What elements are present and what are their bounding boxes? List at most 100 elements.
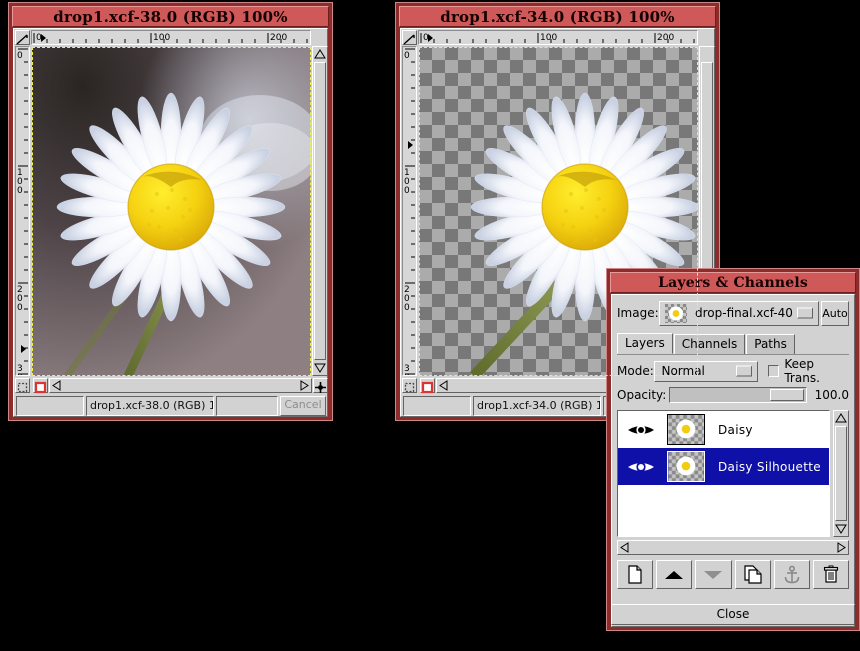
- quickmask-on-button-right[interactable]: [420, 378, 435, 394]
- opacity-slider[interactable]: [669, 387, 807, 403]
- scroll-down-arrow-icon[interactable]: [313, 361, 327, 375]
- scroll-down-arrow-icon[interactable]: [834, 522, 848, 536]
- layer-row-daisy-silhouette[interactable]: Daisy Silhouette: [618, 448, 829, 485]
- statusbar-left: drop1.xcf-38.0 (RGB) 100 Cancel: [16, 396, 326, 416]
- layers-and-channels-dialog[interactable]: Layers & Channels Image: drop-final.xcf-…: [606, 268, 860, 631]
- layer-name-label: Daisy Silhouette: [718, 459, 821, 474]
- quickmask-off-icon: [17, 382, 28, 393]
- status-file-text-right: drop1.xcf-34.0 (RGB) 100: [473, 396, 601, 416]
- image-window-left-client: 0 100 200 0 1 0 0 2 0 0 3 drop1.xcf-38.0…: [13, 28, 328, 417]
- layer-visibility-toggle[interactable]: [618, 459, 664, 475]
- svg-text:0: 0: [17, 303, 23, 313]
- status-cancel-button[interactable]: Cancel: [280, 396, 326, 416]
- canvas-left[interactable]: [32, 47, 311, 376]
- anchor-layer-button[interactable]: [773, 560, 810, 589]
- quickmask-on-button-left[interactable]: [33, 378, 48, 394]
- image-window-drop1-38[interactable]: drop1.xcf-38.0 (RGB) 100% 0 100 200 0 1 …: [8, 2, 333, 421]
- svg-text:100: 100: [540, 33, 557, 43]
- svg-text:0: 0: [17, 51, 23, 61]
- scroll-left-arrow-icon[interactable]: [437, 379, 450, 392]
- scroll-left-arrow-icon[interactable]: [50, 379, 63, 392]
- triangle-down-icon: [704, 570, 723, 579]
- horizontal-ruler-left: 0 100 200: [31, 30, 311, 45]
- layer-visibility-toggle[interactable]: [618, 422, 664, 438]
- canvas-hscrollbar-left[interactable]: [49, 378, 312, 393]
- svg-text:0: 0: [404, 51, 410, 61]
- window-title-left[interactable]: drop1.xcf-38.0 (RGB) 100%: [12, 6, 329, 27]
- ruler-origin-button-right[interactable]: [402, 30, 417, 45]
- window-title-right[interactable]: drop1.xcf-34.0 (RGB) 100%: [399, 6, 716, 27]
- auto-button[interactable]: Auto: [821, 300, 849, 326]
- tab-divider: [617, 354, 849, 355]
- canvas-vscrollbar-left[interactable]: [312, 46, 328, 376]
- layer-list-hscrollbar[interactable]: [617, 540, 849, 555]
- opacity-label: Opacity:: [617, 388, 667, 402]
- eye-icon: [628, 424, 654, 435]
- quickmask-off-button-left[interactable]: [15, 378, 30, 393]
- layer-vscroll-thumb[interactable]: [835, 426, 847, 521]
- eye-icon: [628, 461, 654, 472]
- status-progress-cell: [216, 396, 278, 416]
- tab-channels[interactable]: Channels: [673, 334, 746, 354]
- vertical-ruler-left: 0 100 200 30: [15, 46, 30, 376]
- triangle-up-icon: [665, 570, 684, 579]
- layers-dialog-title[interactable]: Layers & Channels: [610, 272, 856, 293]
- lower-layer-button[interactable]: [695, 560, 732, 589]
- chevron-down-icon[interactable]: [736, 365, 752, 377]
- close-button[interactable]: Close: [611, 604, 855, 625]
- image-value: drop-final.xcf-40: [695, 306, 793, 320]
- origin-diagonal-icon: [16, 34, 28, 45]
- new-layer-button[interactable]: [617, 560, 654, 589]
- status-file-text: drop1.xcf-38.0 (RGB) 100: [86, 396, 214, 416]
- vscroll-thumb-left[interactable]: [314, 62, 326, 360]
- ruler-origin-button-left[interactable]: [15, 30, 30, 45]
- tab-layers[interactable]: Layers: [617, 333, 673, 354]
- keep-trans-label: Keep Trans.: [784, 357, 820, 385]
- status-left-cell: [16, 396, 84, 416]
- keep-trans-checkbox[interactable]: [768, 365, 780, 377]
- layer-thumbnail-cell: [664, 451, 708, 482]
- raise-layer-button[interactable]: [656, 560, 693, 589]
- navigation-button-left[interactable]: [313, 378, 328, 393]
- scroll-right-arrow-icon[interactable]: [835, 541, 848, 554]
- tab-paths[interactable]: Paths: [746, 334, 795, 354]
- opacity-slider-knob[interactable]: [770, 389, 804, 401]
- image-label: Image:: [617, 306, 659, 320]
- layer-thumbnail-icon: [667, 414, 705, 445]
- origin-diagonal-icon: [403, 34, 415, 45]
- svg-text:200: 200: [657, 33, 674, 43]
- quickmask-off-button-right[interactable]: [402, 378, 417, 393]
- image-selector-row: Image: drop-final.xcf-40 Auto: [617, 300, 849, 326]
- layer-thumbnail-icon: [667, 451, 705, 482]
- navigation-move-icon: [315, 382, 326, 393]
- svg-text:100: 100: [153, 33, 170, 43]
- layer-thumbnail-cell: [664, 414, 708, 445]
- scroll-up-arrow-icon[interactable]: [313, 47, 327, 61]
- page-icon: [628, 565, 642, 584]
- svg-text:0: 0: [17, 186, 23, 196]
- anchor-icon: [784, 565, 800, 583]
- quickmask-on-icon: [34, 381, 47, 394]
- svg-text:0: 0: [404, 186, 410, 196]
- vertical-ruler-right: 0 100 200 30: [402, 46, 417, 376]
- scroll-left-arrow-icon[interactable]: [618, 541, 631, 554]
- svg-text:0: 0: [17, 373, 23, 375]
- opacity-row: Opacity: 100.0: [617, 385, 849, 405]
- mode-combo[interactable]: Normal: [654, 360, 758, 382]
- scroll-up-arrow-icon[interactable]: [834, 411, 848, 425]
- status-left-cell-right: [403, 396, 471, 416]
- delete-layer-button[interactable]: [812, 560, 850, 589]
- daisy-image-opaque: [32, 47, 311, 376]
- scroll-right-arrow-icon[interactable]: [298, 379, 311, 392]
- svg-text:0: 0: [404, 303, 410, 313]
- image-combo[interactable]: drop-final.xcf-40: [659, 300, 819, 326]
- quickmask-on-icon: [421, 381, 434, 394]
- chevron-down-icon[interactable]: [797, 307, 813, 319]
- layers-dialog-tabs: Layers Channels Paths: [617, 333, 849, 354]
- duplicate-layer-button[interactable]: [734, 560, 771, 589]
- layer-list[interactable]: Daisy Daisy Silhouette: [617, 410, 830, 537]
- quickmask-off-icon: [404, 382, 415, 393]
- layer-list-vscrollbar[interactable]: [833, 410, 849, 537]
- layers-dialog-client: Image: drop-final.xcf-40 Auto Layers Cha…: [611, 294, 855, 627]
- layer-row-daisy[interactable]: Daisy: [618, 411, 829, 448]
